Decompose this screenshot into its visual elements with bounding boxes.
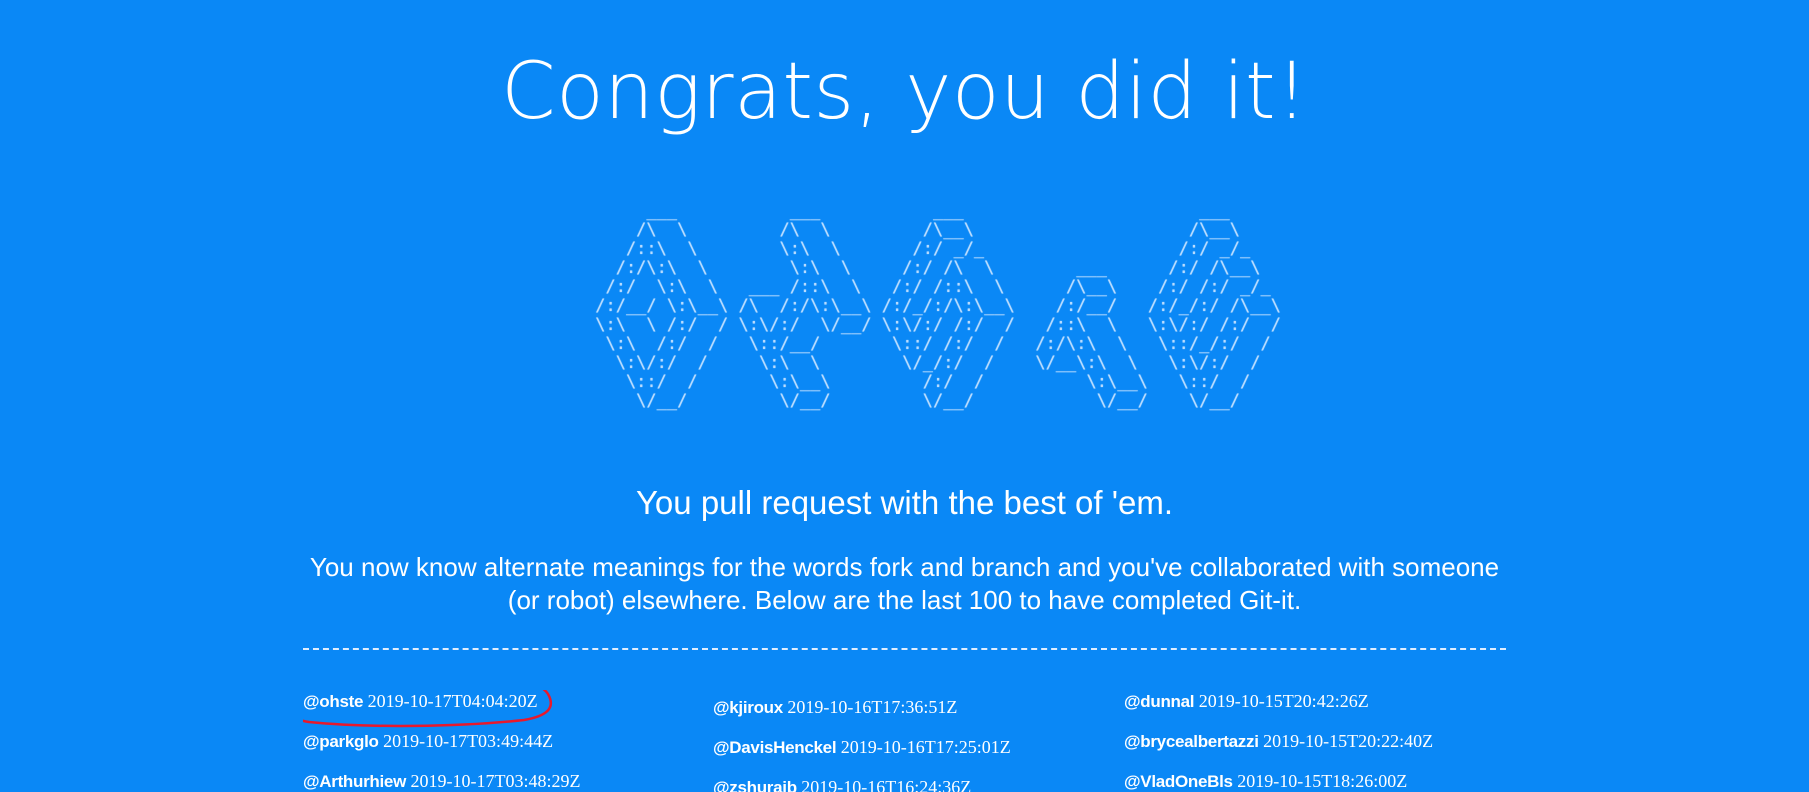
completions-list: @ohste 2019-10-17T04:04:20Z @parkglo 201… — [303, 690, 1506, 792]
completion-time: 2019-10-16T17:25:01Z — [840, 737, 1011, 757]
user-link[interactable]: @ohste — [303, 692, 363, 711]
page-title: Congrats, you did it! — [501, 47, 1308, 137]
dashed-divider — [303, 648, 1506, 650]
completion-entry: @dunnal 2019-10-15T20:42:26Z — [1124, 690, 1369, 713]
desc-text-3: and you've — [1050, 552, 1190, 582]
completion-entry: @parkglo 2019-10-17T03:49:44Z — [303, 730, 553, 753]
tagline: You pull request with the best of 'em. — [0, 480, 1809, 526]
congrats-page: Congrats, you did it! ___ ___ ___ ___ /\… — [0, 0, 1809, 792]
user-link[interactable]: @VladOneBls — [1124, 772, 1233, 791]
completion-time: 2019-10-17T03:48:29Z — [410, 771, 581, 791]
tagline-strong: pull request — [700, 484, 872, 521]
completion-time: 2019-10-15T20:22:40Z — [1263, 731, 1434, 751]
completion-entry: @kjiroux 2019-10-16T17:36:51Z — [713, 696, 957, 719]
completion-time: 2019-10-17T04:04:20Z — [367, 691, 538, 711]
completion-entry: @DavisHenckel 2019-10-16T17:25:01Z — [713, 736, 1011, 759]
desc-bold-branch: branch — [970, 552, 1051, 582]
user-link[interactable]: @kjiroux — [713, 698, 783, 717]
tagline-pre: You — [635, 484, 701, 521]
tagline-post: with the best of 'em. — [871, 484, 1174, 521]
desc-bold-collaborated: collaborated — [1189, 552, 1332, 582]
completion-entry: @Arthurhiew 2019-10-17T03:48:29Z — [303, 770, 580, 792]
completion-entry: @VladOneBls 2019-10-15T18:26:00Z — [1124, 770, 1407, 792]
completion-time: 2019-10-15T20:42:26Z — [1198, 691, 1369, 711]
completion-time: 2019-10-16T16:24:36Z — [801, 777, 972, 792]
completion-entry: @ohste 2019-10-17T04:04:20Z — [303, 690, 553, 728]
user-link[interactable]: @parkglo — [303, 732, 379, 751]
desc-text-1: You now know alternate meanings for the … — [309, 552, 870, 582]
user-link[interactable]: @Arthurhiew — [303, 772, 406, 791]
completion-entry: @zshuraib 2019-10-16T16:24:36Z — [713, 776, 971, 792]
desc-text-2: and — [913, 552, 971, 582]
user-link[interactable]: @zshuraib — [713, 778, 797, 792]
desc-bold-last-100: last 100 — [921, 585, 1013, 615]
ascii-art-logo: ___ ___ ___ ___ /\ \ /\ \ /\__\ /\__\ /:… — [595, 201, 1281, 411]
completion-entry: @brycealbertazzi 2019-10-15T20:22:40Z — [1124, 730, 1433, 753]
completion-time: 2019-10-16T17:36:51Z — [787, 697, 958, 717]
description: You now know alternate meanings for the … — [300, 551, 1509, 617]
user-link[interactable]: @dunnal — [1124, 692, 1195, 711]
desc-bold-fork: fork — [869, 552, 914, 582]
user-link[interactable]: @brycealbertazzi — [1124, 732, 1259, 751]
user-link[interactable]: @DavisHenckel — [713, 738, 837, 757]
completion-time: 2019-10-15T18:26:00Z — [1237, 771, 1408, 791]
desc-text-5: to have completed Git-it. — [1012, 585, 1302, 615]
completion-time: 2019-10-17T03:49:44Z — [383, 731, 554, 751]
